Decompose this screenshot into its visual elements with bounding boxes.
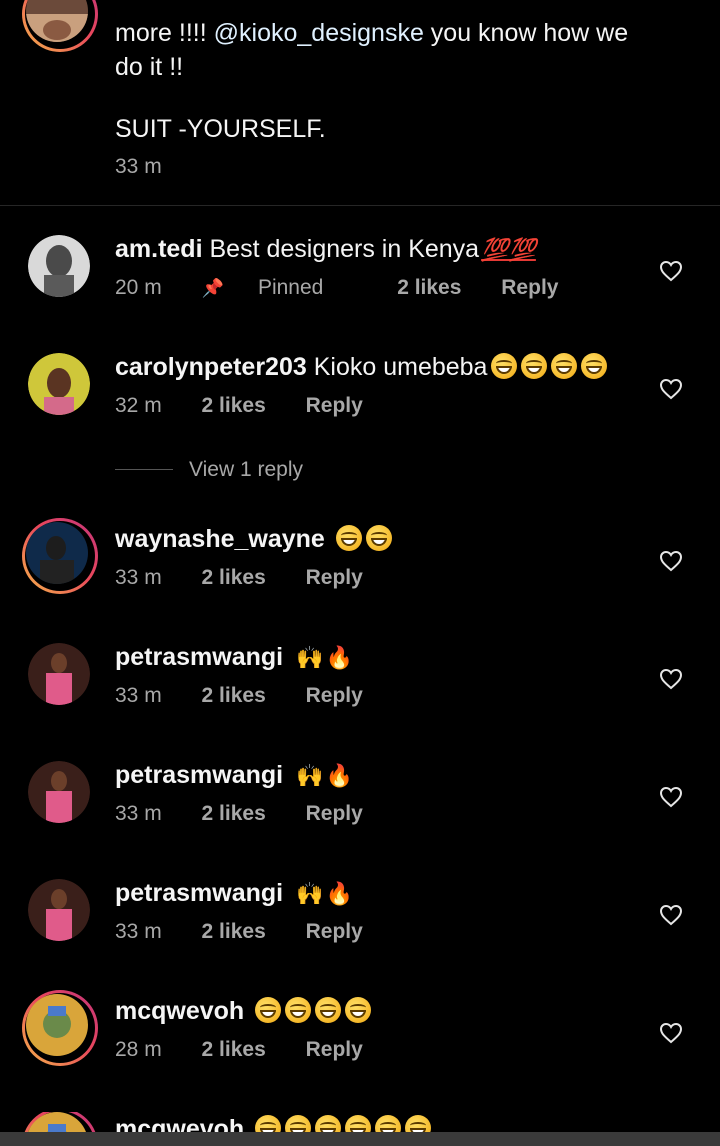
comment-likes[interactable]: 2 likes xyxy=(202,566,266,589)
reply-button[interactable]: Reply xyxy=(501,276,558,299)
fire-emoji: 🔥 xyxy=(325,881,353,906)
comment-username[interactable]: am.tedi xyxy=(115,235,203,263)
pin-icon: 📌 xyxy=(201,278,224,298)
caption-timestamp: 33 m xyxy=(115,155,162,178)
comment-username[interactable]: carolynpeter203 xyxy=(115,353,307,381)
heart-outline-icon[interactable] xyxy=(659,378,683,400)
author-avatar[interactable] xyxy=(22,0,98,52)
comment-item: am.tedi Best designers in Kenya💯💯 20 m 📌… xyxy=(0,232,720,342)
laughing-emoji xyxy=(285,997,312,1023)
laughing-emoji xyxy=(581,353,608,379)
comment-time: 20 m xyxy=(115,276,162,299)
laughing-emoji xyxy=(365,525,392,551)
laughing-emoji xyxy=(491,353,518,379)
comment-time: 33 m xyxy=(115,684,162,707)
raised-hands-emoji: 🙌 xyxy=(296,763,324,788)
comment-item: waynashe_wayne 33 m 2 likes Reply xyxy=(0,518,720,632)
comment-likes[interactable]: 2 likes xyxy=(202,394,266,417)
caption-line2: do it !! xyxy=(115,53,184,81)
fire-emoji: 🔥 xyxy=(325,645,353,670)
commenter-avatar[interactable] xyxy=(28,353,90,415)
comment-item: petrasmwangi 🙌🔥 33 m 2 likes Reply xyxy=(0,758,720,868)
comment-time: 32 m xyxy=(115,394,162,417)
commenter-avatar-story[interactable] xyxy=(22,518,98,594)
commenter-avatar[interactable] xyxy=(28,761,90,823)
laughing-emoji xyxy=(315,997,342,1023)
pinned-badge: 📌 Pinned xyxy=(201,276,324,299)
laughing-emoji xyxy=(521,353,548,379)
caption-text: more !!!! @kioko_designske you know how … xyxy=(115,16,695,84)
comment-time: 33 m xyxy=(115,802,162,825)
comment-time: 28 m xyxy=(115,1038,162,1061)
comment-item: petrasmwangi 🙌🔥 33 m 2 likes Reply xyxy=(0,640,720,750)
comment-username[interactable]: waynashe_wayne xyxy=(115,525,325,553)
commenter-avatar[interactable] xyxy=(28,235,90,297)
laughing-emoji xyxy=(335,525,362,551)
comment-likes[interactable]: 2 likes xyxy=(397,276,461,299)
laughing-emoji xyxy=(551,353,578,379)
comment-likes[interactable]: 2 likes xyxy=(202,684,266,707)
heart-outline-icon[interactable] xyxy=(659,904,683,926)
fire-emoji: 🔥 xyxy=(325,763,353,788)
comment-username[interactable]: petrasmwangi xyxy=(115,879,283,907)
comment-username[interactable]: petrasmwangi xyxy=(115,761,283,789)
bottom-input-bar[interactable] xyxy=(0,1132,720,1146)
comment-text: Best designers in Kenya xyxy=(209,235,480,263)
comment-username[interactable]: petrasmwangi xyxy=(115,643,283,671)
reply-thread-line xyxy=(115,469,173,470)
reply-button[interactable]: Reply xyxy=(306,920,363,943)
view-replies-label[interactable]: View 1 reply xyxy=(189,458,303,482)
comment-likes[interactable]: 2 likes xyxy=(202,1038,266,1061)
comment-time: 33 m xyxy=(115,920,162,943)
reply-button[interactable]: Reply xyxy=(306,684,363,707)
reply-button[interactable]: Reply xyxy=(306,802,363,825)
heart-outline-icon[interactable] xyxy=(659,1022,683,1044)
comment-text: Kioko umebeba xyxy=(313,353,488,381)
heart-outline-icon[interactable] xyxy=(659,786,683,808)
commenter-avatar[interactable] xyxy=(28,879,90,941)
commenter-avatar-story[interactable] xyxy=(22,990,98,1066)
heart-outline-icon[interactable] xyxy=(659,668,683,690)
reply-button[interactable]: Reply xyxy=(306,566,363,589)
raised-hands-emoji: 🙌 xyxy=(296,645,324,670)
caption-line1-suffix: you know how we xyxy=(423,19,629,47)
comment-username[interactable]: mcqwevoh xyxy=(115,997,244,1025)
laughing-emoji xyxy=(345,997,372,1023)
reply-button[interactable]: Reply xyxy=(306,1038,363,1061)
comment-time: 33 m xyxy=(115,566,162,589)
heart-outline-icon[interactable] xyxy=(659,260,683,282)
comment-item: carolynpeter203 Kioko umebeba 32 m 2 lik… xyxy=(0,350,720,460)
laughing-emoji xyxy=(255,997,282,1023)
comment-item: mcqwevoh 28 m 2 likes Reply xyxy=(0,990,720,1104)
commenter-avatar[interactable] xyxy=(28,643,90,705)
comment-likes[interactable]: 2 likes xyxy=(202,802,266,825)
caption-line1-prefix: more !!!! xyxy=(115,19,214,47)
caption-mention-link[interactable]: @kioko_designske xyxy=(214,19,424,47)
hundred-emoji: 💯💯 xyxy=(481,237,536,262)
comment-item: petrasmwangi 🙌🔥 33 m 2 likes Reply xyxy=(0,876,720,986)
reply-button[interactable]: Reply xyxy=(306,394,363,417)
caption-signoff: SUIT -YOURSELF. xyxy=(115,115,326,143)
heart-outline-icon[interactable] xyxy=(659,550,683,572)
raised-hands-emoji: 🙌 xyxy=(296,881,324,906)
caption-divider xyxy=(0,205,720,206)
post-caption: more !!!! @kioko_designske you know how … xyxy=(0,0,720,205)
comment-likes[interactable]: 2 likes xyxy=(202,920,266,943)
